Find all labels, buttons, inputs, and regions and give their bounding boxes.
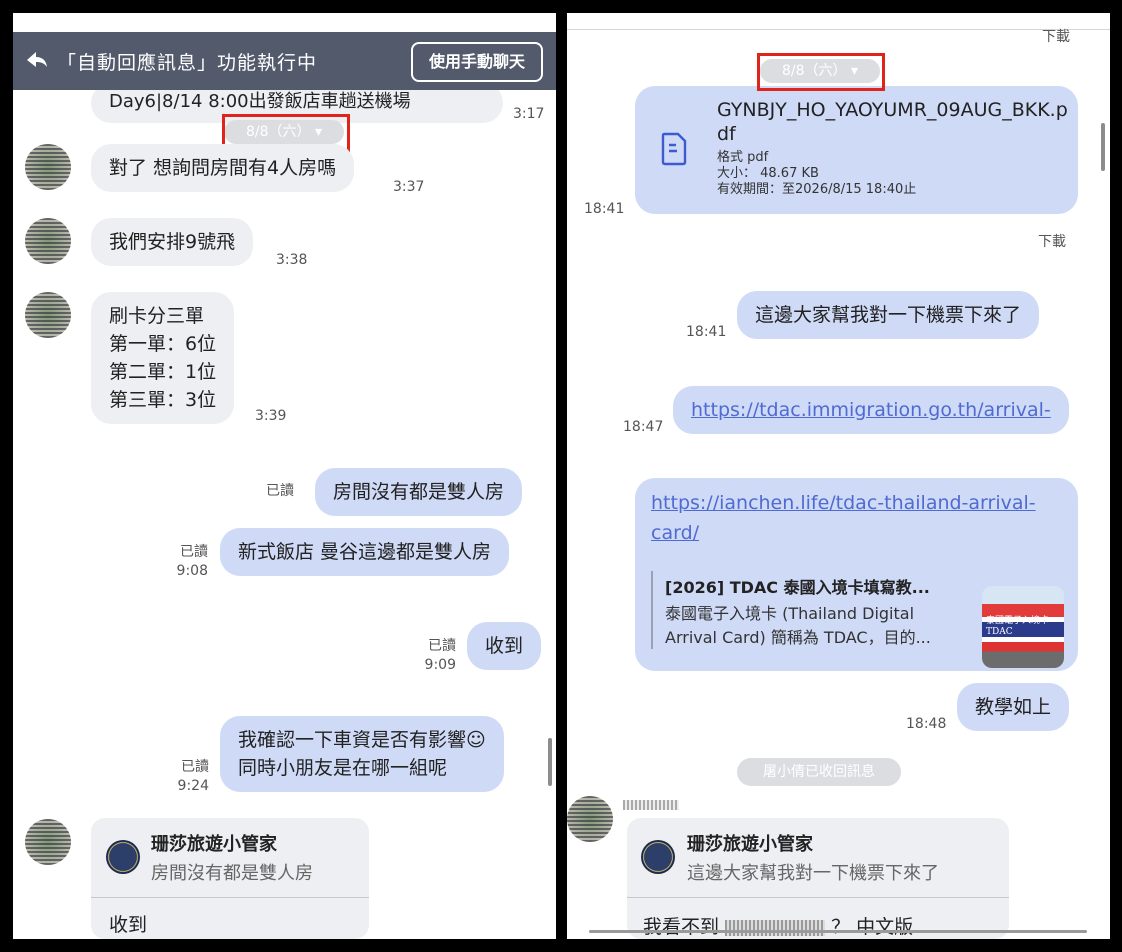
message-time: 18:48 [906, 716, 947, 732]
previous-message-text: Day6|8/14 8:00出發飯店車趟送機場 [109, 91, 411, 112]
message-text: 對了 想詢問房間有4人房嗎 [109, 157, 337, 179]
quoted-text: 這邊大家幫我對一下機票下來了 [687, 863, 939, 884]
read-status: 已讀 9:24 [177, 759, 209, 794]
sender-name-blurred [623, 800, 679, 810]
file-size: 大小： 48.67 KB [717, 166, 819, 181]
message-time: 3:37 [393, 179, 425, 195]
recalled-message-notice: 屠小倩已收回訊息 [737, 758, 901, 786]
message-line: 同時小朋友是在哪一組呢 [238, 757, 448, 779]
reply-text: 收到 [109, 914, 148, 936]
preview-description: 泰國電子入境卡 (Thailand Digital Arrival Card) … [665, 604, 931, 647]
sender-avatar[interactable] [25, 144, 71, 190]
message-line: 我確認一下車資是否有影響☺ [238, 729, 486, 751]
sender-avatar[interactable] [567, 796, 613, 842]
quoted-message[interactable]: 珊莎旅遊小管家 房間沒有都是雙人房 [91, 818, 369, 898]
outgoing-message-bubble[interactable]: 房間沒有都是雙人房 [315, 468, 523, 516]
message-text: 新式飯店 曼谷這邊都是雙人房 [238, 541, 492, 563]
scrollbar[interactable] [548, 738, 552, 786]
message-time: 18:41 [584, 201, 625, 217]
read-status: 已讀 9:08 [176, 544, 208, 579]
reply-text: 我看不到 ？ 中文版 [643, 916, 914, 938]
left-chat-panel: Day6|8/14 8:00出發飯店車趟送機場 3:17 「自動回應訊息」功能執… [13, 13, 556, 939]
scrollbar[interactable] [1101, 123, 1105, 171]
outgoing-message-bubble[interactable]: 新式飯店 曼谷這邊都是雙人房 [220, 528, 510, 576]
auto-reply-header: 「自動回應訊息」功能執行中 使用手動聊天 [13, 32, 556, 90]
incoming-message-bubble[interactable]: 對了 想詢問房間有4人房嗎 [91, 144, 355, 192]
home-indicator [589, 930, 1087, 933]
back-arrow-icon[interactable] [23, 46, 51, 74]
message-text: 我們安排9號飛 [109, 231, 236, 253]
message-time: 3:38 [276, 252, 308, 268]
preview-url[interactable]: https://ianchen.life/tdac-thailand-arriv… [651, 488, 1036, 548]
sender-avatar[interactable] [25, 218, 71, 264]
message-line: 刷卡分三單 [109, 305, 205, 327]
message-line: 第三單：3位 [109, 389, 217, 411]
sender-avatar[interactable] [25, 292, 71, 338]
right-chat-panel: 下載 GYNBJY_HO_YAOYUMR_09AUG_BKK.p df 格式 p… [567, 13, 1110, 939]
header-title: 「自動回應訊息」功能執行中 [57, 52, 318, 74]
message-time: 3:39 [255, 408, 287, 424]
reply-message-card[interactable]: 珊莎旅遊小管家 這邊大家幫我對一下機票下來了 我看不到 ？ 中文版 [627, 818, 1009, 939]
top-divider [567, 29, 1110, 30]
preview-title[interactable]: [2026] TDAC 泰國入境卡填寫教... [665, 574, 930, 598]
outgoing-message-bubble[interactable]: https://tdac.immigration.go.th/arrival- [673, 386, 1069, 434]
outgoing-message-bubble[interactable]: 我確認一下車資是否有影響☺ 同時小朋友是在哪一組呢 [220, 716, 504, 792]
preview-accent-bar [651, 571, 653, 649]
message-text: 教學如上 [975, 696, 1052, 718]
file-attachment-card[interactable]: GYNBJY_HO_YAOYUMR_09AUG_BKK.p df 格式 pdf … [635, 86, 1078, 214]
file-format: 格式 pdf [717, 150, 769, 165]
quoted-sender-name: 珊莎旅遊小管家 [151, 834, 277, 855]
link-preview-bubble[interactable]: https://ianchen.life/tdac-thailand-arriv… [635, 478, 1078, 671]
quoted-text: 房間沒有都是雙人房 [151, 863, 313, 884]
redacted-text [725, 919, 826, 936]
outgoing-message-bubble[interactable]: 這邊大家幫我對一下機票下來了 [737, 291, 1040, 339]
download-link[interactable]: 下載 [1038, 231, 1066, 251]
message-line: 第二單：1位 [109, 361, 217, 383]
sender-avatar[interactable] [25, 819, 71, 865]
message-time: 18:47 [623, 419, 664, 435]
file-expiry: 有效期間：至2026/8/15 18:40止 [717, 182, 917, 197]
message-text: 房間沒有都是雙人房 [333, 481, 505, 503]
quoted-message[interactable]: 珊莎旅遊小管家 這邊大家幫我對一下機票下來了 [627, 818, 1009, 898]
file-details: 格式 pdf 大小： 48.67 KB 有效期間：至2026/8/15 18:4… [717, 150, 916, 198]
preview-thumbnail[interactable]: 泰國電子入境卡 TDAC [982, 586, 1064, 668]
sansa-logo-icon [641, 840, 675, 874]
document-icon [661, 132, 687, 166]
file-name: GYNBJY_HO_YAOYUMR_09AUG_BKK.p df [717, 99, 1068, 145]
outgoing-message-bubble[interactable]: 教學如上 [957, 683, 1070, 731]
sansa-logo-icon [106, 840, 140, 874]
incoming-message-bubble[interactable]: 我們安排9號飛 [91, 218, 254, 266]
thumbnail-caption: 泰國電子入境卡 TDAC [986, 616, 1050, 637]
link-text[interactable]: https://tdac.immigration.go.th/arrival- [691, 399, 1051, 421]
outgoing-message-bubble[interactable]: 收到 [467, 622, 542, 670]
reply-message-card[interactable]: 珊莎旅遊小管家 房間沒有都是雙人房 收到 [91, 818, 369, 939]
incoming-message-bubble[interactable]: 刷卡分三單 第一單：6位 第二單：1位 第三單：3位 [91, 292, 235, 424]
message-time: 3:17 [513, 106, 545, 122]
message-text: 收到 [485, 635, 524, 657]
read-status: 已讀 [266, 483, 294, 499]
message-text: 這邊大家幫我對一下機票下來了 [755, 304, 1022, 326]
read-status: 已讀 9:09 [424, 638, 456, 673]
date-highlight-box [757, 53, 885, 91]
manual-chat-button[interactable]: 使用手動聊天 [411, 42, 543, 82]
download-link[interactable]: 下載 [1042, 26, 1070, 46]
message-line: 第一單：6位 [109, 333, 217, 355]
quoted-sender-name: 珊莎旅遊小管家 [687, 834, 813, 855]
message-time: 18:41 [686, 324, 727, 340]
